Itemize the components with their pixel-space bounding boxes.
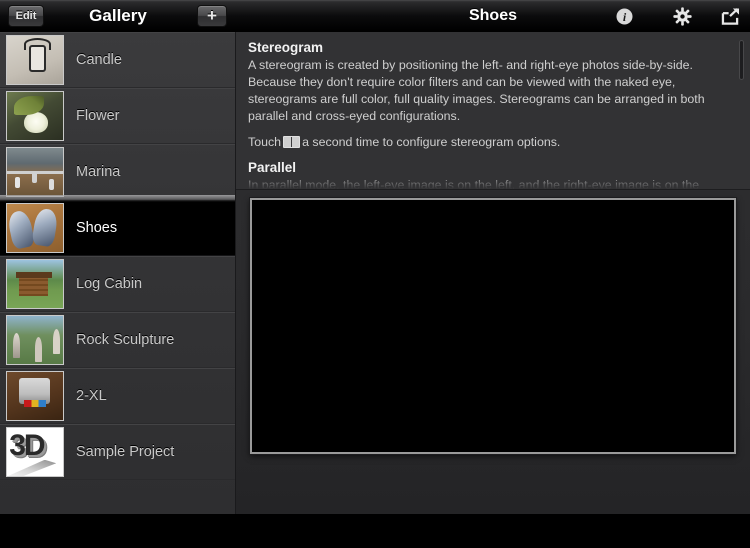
help-heading-parallel: Parallel <box>248 160 297 175</box>
project-thumbnail <box>6 259 64 309</box>
list-item[interactable]: 2-XL <box>0 368 235 424</box>
gallery-titlebar: Gallery Edit + <box>0 0 236 32</box>
project-label: Log Cabin <box>76 276 143 292</box>
project-thumbnail <box>6 35 64 85</box>
project-label: Shoes <box>76 220 118 236</box>
help-heading-stereogram: Stereogram <box>248 40 324 55</box>
list-item[interactable]: Rock Sculpture <box>0 312 235 368</box>
list-item[interactable]: Flower <box>0 88 235 144</box>
project-thumbnail <box>6 315 64 365</box>
project-label: Marina <box>76 164 121 180</box>
list-item[interactable]: Log Cabin <box>0 256 235 312</box>
project-label: Rock Sculpture <box>76 332 175 348</box>
right-eye-image <box>498 205 710 447</box>
left-eye-image <box>276 205 488 447</box>
project-thumbnail <box>6 371 64 421</box>
project-gallery-list[interactable]: Candle Flower Marina Shoes Log Cabin Roc… <box>0 32 236 514</box>
list-item[interactable]: Marina <box>0 144 235 200</box>
project-label: 2-XL <box>76 388 107 404</box>
help-text-panel[interactable]: Stereogram A stereogram is created by po… <box>236 32 750 190</box>
detail-titlebar: Shoes i <box>236 0 750 32</box>
stereogram-photo-frame[interactable] <box>250 198 736 454</box>
edit-button[interactable]: Edit <box>8 5 44 27</box>
detail-pane: Stereogram A stereogram is created by po… <box>236 32 750 514</box>
project-label: Sample Project <box>76 444 175 460</box>
project-thumbnail <box>6 91 64 141</box>
help-touch-instruction: Touch a second time to configure stereogr… <box>248 134 728 151</box>
help-scrollbar[interactable] <box>739 40 744 80</box>
help-paragraph-stereogram: A stereogram is created by positioning t… <box>248 58 705 123</box>
project-label: Flower <box>76 108 120 124</box>
info-icon[interactable]: i <box>612 5 636 27</box>
gear-icon[interactable] <box>670 5 694 27</box>
project-label: Candle <box>76 52 122 68</box>
project-thumbnail <box>6 203 64 253</box>
touch-suffix-text: a second time to configure stereogram op… <box>302 135 561 149</box>
add-project-button[interactable]: + <box>197 5 227 27</box>
touch-prefix-text: Touch <box>248 135 282 149</box>
ipad-stereogram-app: Gallery Edit + Shoes i Candle Flower Mar… <box>0 0 750 548</box>
help-paragraph-parallel: In parallel mode, the left-eye image is … <box>248 178 700 190</box>
side-by-side-icon <box>283 136 301 148</box>
list-item[interactable]: Sample Project <box>0 424 235 480</box>
list-item-selected[interactable]: Shoes <box>0 195 235 256</box>
project-thumbnail <box>6 147 64 197</box>
share-icon[interactable] <box>718 5 742 27</box>
list-item[interactable]: Candle <box>0 32 235 88</box>
project-thumbnail <box>6 427 64 477</box>
